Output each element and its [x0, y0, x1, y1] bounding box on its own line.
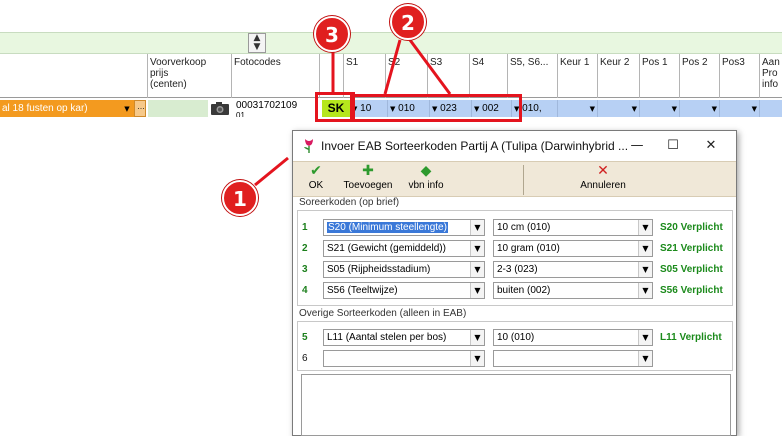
group1-label: Soreerkoden (op brief) [299, 197, 400, 208]
ok-button[interactable]: ✔ OK [301, 162, 331, 198]
vbn-info-label: vbn info [408, 180, 444, 191]
row-number: 6 [302, 353, 308, 364]
row-number: 5 [302, 332, 308, 343]
value-text: buiten (002) [497, 285, 551, 296]
value-text: 10 cm (010) [497, 222, 551, 233]
value-select[interactable]: 2-3 (023) ▼ [493, 261, 653, 278]
toolbar-separator [523, 165, 524, 195]
value-text: 10 gram (010) [497, 243, 560, 254]
maximize-icon[interactable]: ☐ [659, 136, 687, 156]
value-select[interactable]: ▼ [493, 350, 653, 367]
tulip-icon [303, 138, 315, 157]
row-number: 3 [302, 264, 308, 275]
code-select[interactable]: S56 (Teeltwijze) ▼ [323, 282, 485, 299]
arrow-badge-2 [383, 39, 402, 95]
required-label: S20 Verplicht [660, 222, 723, 233]
chevron-down-icon[interactable]: ▼ [470, 262, 484, 277]
required-label: L11 Verplicht [660, 332, 722, 343]
chevron-down-icon[interactable]: ▼ [470, 330, 484, 345]
required-label: S56 Verplicht [660, 285, 723, 296]
minimize-icon[interactable]: — [623, 136, 651, 156]
info-diamond-icon: ◆ [420, 163, 432, 179]
dialog-titlebar[interactable]: Invoer EAB Sorteerkoden Partij A (Tulipa… [293, 131, 736, 161]
chevron-down-icon[interactable]: ▼ [638, 330, 652, 345]
chevron-down-icon[interactable]: ▼ [470, 283, 484, 298]
required-label: S05 Verplicht [660, 264, 723, 275]
value-select[interactable]: 10 gram (010) ▼ [493, 240, 653, 257]
dialog-title: Invoer EAB Sorteerkoden Partij A (Tulipa… [321, 139, 629, 153]
badge-1: 1 [222, 180, 258, 216]
chevron-down-icon[interactable]: ▼ [638, 220, 652, 235]
toevoegen-label: Toevoegen [343, 180, 393, 191]
group2-label: Overige Sorteerkoden (alleen in EAB) [299, 308, 467, 319]
chevron-down-icon[interactable]: ▼ [638, 351, 652, 366]
code-select[interactable]: S05 (Rijpheidsstadium) ▼ [323, 261, 485, 278]
code-value: L11 (Aantal stelen per bos) [327, 332, 447, 343]
annuleren-label: Annuleren [580, 180, 626, 191]
badge-3: 3 [314, 16, 350, 52]
sorteercodes-dialog: Invoer EAB Sorteerkoden Partij A (Tulipa… [292, 130, 737, 436]
plus-icon: ✚ [362, 163, 374, 179]
row-number: 4 [302, 285, 308, 296]
value-text: 10 (010) [497, 332, 535, 343]
chevron-down-icon[interactable]: ▼ [470, 351, 484, 366]
value-select[interactable]: buiten (002) ▼ [493, 282, 653, 299]
chevron-down-icon[interactable]: ▼ [638, 241, 652, 256]
value-text: 2-3 (023) [497, 264, 538, 275]
memo-area[interactable] [301, 374, 731, 436]
toevoegen-button[interactable]: ✚ Toevoegen [337, 162, 399, 198]
checkmark-icon: ✔ [310, 163, 322, 179]
dialog-toolbar: ✔ OK ✚ Toevoegen ◆ vbn info ✕ Annuleren [293, 161, 736, 197]
row-number: 1 [302, 222, 308, 233]
arrow-badge-1 [254, 156, 289, 187]
chevron-down-icon[interactable]: ▼ [638, 283, 652, 298]
code-select[interactable]: L11 (Aantal stelen per bos) ▼ [323, 329, 485, 346]
annuleren-button[interactable]: ✕ Annuleren [573, 162, 633, 198]
ok-label: OK [308, 180, 324, 191]
chevron-down-icon[interactable]: ▼ [470, 241, 484, 256]
code-select[interactable]: S21 (Gewicht (gemiddeld)) ▼ [323, 240, 485, 257]
required-label: S21 Verplicht [660, 243, 723, 254]
vbn-info-button[interactable]: ◆ vbn info [403, 162, 449, 198]
chevron-down-icon[interactable]: ▼ [638, 262, 652, 277]
code-select[interactable]: S20 (Minimum steellengte) ▼ [323, 219, 485, 236]
value-select[interactable]: 10 (010) ▼ [493, 329, 653, 346]
code-select[interactable]: ▼ [323, 350, 485, 367]
chevron-down-icon[interactable]: ▼ [470, 220, 484, 235]
code-value: S05 (Rijpheidsstadium) [327, 264, 431, 275]
value-select[interactable]: 10 cm (010) ▼ [493, 219, 653, 236]
row-number: 2 [302, 243, 308, 254]
arrow-badge-2-right [408, 39, 452, 95]
cancel-x-icon: ✕ [597, 163, 609, 179]
code-value: S56 (Teeltwijze) [327, 285, 398, 296]
badge-2: 2 [390, 4, 426, 40]
close-icon[interactable]: ✕ [697, 136, 725, 156]
code-value: S20 (Minimum steellengte) [327, 222, 448, 233]
code-value: S21 (Gewicht (gemiddeld)) [327, 243, 446, 254]
